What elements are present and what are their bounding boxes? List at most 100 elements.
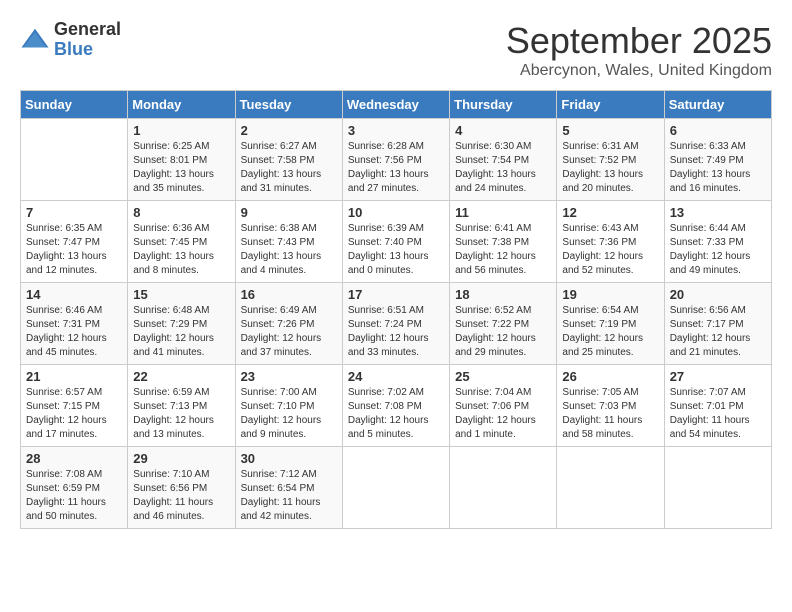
day-info: Sunrise: 6:25 AM Sunset: 8:01 PM Dayligh…	[133, 140, 229, 196]
day-header-saturday: Saturday	[664, 91, 771, 119]
day-number: 12	[562, 205, 658, 220]
calendar-header-row: SundayMondayTuesdayWednesdayThursdayFrid…	[21, 91, 772, 119]
day-info: Sunrise: 6:59 AM Sunset: 7:13 PM Dayligh…	[133, 386, 229, 442]
day-info: Sunrise: 6:35 AM Sunset: 7:47 PM Dayligh…	[26, 222, 122, 278]
calendar-cell: 14 Sunrise: 6:46 AM Sunset: 7:31 PM Dayli…	[21, 283, 128, 365]
day-info: Sunrise: 6:57 AM Sunset: 7:15 PM Dayligh…	[26, 386, 122, 442]
day-info: Sunrise: 6:39 AM Sunset: 7:40 PM Dayligh…	[348, 222, 444, 278]
day-header-monday: Monday	[128, 91, 235, 119]
calendar-week-row: 14 Sunrise: 6:46 AM Sunset: 7:31 PM Dayli…	[21, 283, 772, 365]
day-number: 30	[241, 451, 337, 466]
calendar-cell: 7 Sunrise: 6:35 AM Sunset: 7:47 PM Daylig…	[21, 201, 128, 283]
day-number: 25	[455, 369, 551, 384]
day-info: Sunrise: 6:31 AM Sunset: 7:52 PM Dayligh…	[562, 140, 658, 196]
day-number: 26	[562, 369, 658, 384]
day-info: Sunrise: 6:41 AM Sunset: 7:38 PM Dayligh…	[455, 222, 551, 278]
page-header: General Blue September 2025 Abercynon, W…	[20, 20, 772, 80]
calendar-cell: 4 Sunrise: 6:30 AM Sunset: 7:54 PM Daylig…	[450, 119, 557, 201]
day-info: Sunrise: 6:46 AM Sunset: 7:31 PM Dayligh…	[26, 304, 122, 360]
day-info: Sunrise: 6:56 AM Sunset: 7:17 PM Dayligh…	[670, 304, 766, 360]
calendar-week-row: 7 Sunrise: 6:35 AM Sunset: 7:47 PM Daylig…	[21, 201, 772, 283]
calendar-table: SundayMondayTuesdayWednesdayThursdayFrid…	[20, 90, 772, 529]
day-header-tuesday: Tuesday	[235, 91, 342, 119]
day-info: Sunrise: 7:10 AM Sunset: 6:56 PM Dayligh…	[133, 468, 229, 524]
calendar-cell: 1 Sunrise: 6:25 AM Sunset: 8:01 PM Daylig…	[128, 119, 235, 201]
day-info: Sunrise: 6:30 AM Sunset: 7:54 PM Dayligh…	[455, 140, 551, 196]
day-number: 3	[348, 123, 444, 138]
calendar-cell: 21 Sunrise: 6:57 AM Sunset: 7:15 PM Dayli…	[21, 365, 128, 447]
day-number: 21	[26, 369, 122, 384]
calendar-cell: 22Sunrise: 6:59 AM Sunset: 7:13 PM Dayli…	[128, 365, 235, 447]
day-info: Sunrise: 6:44 AM Sunset: 7:33 PM Dayligh…	[670, 222, 766, 278]
day-number: 14	[26, 287, 122, 302]
logo-icon	[20, 25, 50, 55]
location: Abercynon, Wales, United Kingdom	[506, 62, 772, 80]
calendar-cell: 10 Sunrise: 6:39 AM Sunset: 7:40 PM Dayli…	[342, 201, 449, 283]
day-number: 27	[670, 369, 766, 384]
day-info: Sunrise: 6:28 AM Sunset: 7:56 PM Dayligh…	[348, 140, 444, 196]
day-info: Sunrise: 6:49 AM Sunset: 7:26 PM Dayligh…	[241, 304, 337, 360]
day-number: 18	[455, 287, 551, 302]
day-info: Sunrise: 7:07 AM Sunset: 7:01 PM Dayligh…	[670, 386, 766, 442]
calendar-cell: 30Sunrise: 7:12 AM Sunset: 6:54 PM Dayli…	[235, 447, 342, 529]
calendar-cell: 9 Sunrise: 6:38 AM Sunset: 7:43 PM Daylig…	[235, 201, 342, 283]
day-number: 1	[133, 123, 229, 138]
logo-blue-text: Blue	[54, 40, 121, 60]
day-number: 29	[133, 451, 229, 466]
calendar-cell: 28 Sunrise: 7:08 AM Sunset: 6:59 PM Dayli…	[21, 447, 128, 529]
day-info: Sunrise: 7:00 AM Sunset: 7:10 PM Dayligh…	[241, 386, 337, 442]
calendar-week-row: 1 Sunrise: 6:25 AM Sunset: 8:01 PM Daylig…	[21, 119, 772, 201]
day-info: Sunrise: 6:52 AM Sunset: 7:22 PM Dayligh…	[455, 304, 551, 360]
calendar-cell: 19Sunrise: 6:54 AM Sunset: 7:19 PM Dayli…	[557, 283, 664, 365]
day-info: Sunrise: 6:27 AM Sunset: 7:58 PM Dayligh…	[241, 140, 337, 196]
calendar-cell: 3 Sunrise: 6:28 AM Sunset: 7:56 PM Daylig…	[342, 119, 449, 201]
day-header-sunday: Sunday	[21, 91, 128, 119]
day-number: 17	[348, 287, 444, 302]
day-info: Sunrise: 7:08 AM Sunset: 6:59 PM Dayligh…	[26, 468, 122, 524]
calendar-cell: 18 Sunrise: 6:52 AM Sunset: 7:22 PM Dayli…	[450, 283, 557, 365]
calendar-week-row: 21 Sunrise: 6:57 AM Sunset: 7:15 PM Dayli…	[21, 365, 772, 447]
calendar-week-row: 28 Sunrise: 7:08 AM Sunset: 6:59 PM Dayli…	[21, 447, 772, 529]
day-number: 28	[26, 451, 122, 466]
calendar-cell: 12 Sunrise: 6:43 AM Sunset: 7:36 PM Dayli…	[557, 201, 664, 283]
calendar-cell: 27 Sunrise: 7:07 AM Sunset: 7:01 PM Dayli…	[664, 365, 771, 447]
calendar-cell: 2Sunrise: 6:27 AM Sunset: 7:58 PM Daylig…	[235, 119, 342, 201]
day-header-wednesday: Wednesday	[342, 91, 449, 119]
day-header-thursday: Thursday	[450, 91, 557, 119]
calendar-cell: 26 Sunrise: 7:05 AM Sunset: 7:03 PM Dayli…	[557, 365, 664, 447]
day-number: 24	[348, 369, 444, 384]
calendar-cell: 16Sunrise: 6:49 AM Sunset: 7:26 PM Dayli…	[235, 283, 342, 365]
calendar-cell: 25 Sunrise: 7:04 AM Sunset: 7:06 PM Dayli…	[450, 365, 557, 447]
day-info: Sunrise: 6:48 AM Sunset: 7:29 PM Dayligh…	[133, 304, 229, 360]
day-number: 15	[133, 287, 229, 302]
month-title: September 2025	[506, 20, 772, 62]
day-info: Sunrise: 6:43 AM Sunset: 7:36 PM Dayligh…	[562, 222, 658, 278]
day-info: Sunrise: 6:33 AM Sunset: 7:49 PM Dayligh…	[670, 140, 766, 196]
day-number: 6	[670, 123, 766, 138]
calendar-cell	[664, 447, 771, 529]
calendar-cell: 24Sunrise: 7:02 AM Sunset: 7:08 PM Dayli…	[342, 365, 449, 447]
day-number: 8	[133, 205, 229, 220]
day-number: 11	[455, 205, 551, 220]
calendar-cell: 17Sunrise: 6:51 AM Sunset: 7:24 PM Dayli…	[342, 283, 449, 365]
day-info: Sunrise: 6:38 AM Sunset: 7:43 PM Dayligh…	[241, 222, 337, 278]
calendar-cell	[450, 447, 557, 529]
day-number: 5	[562, 123, 658, 138]
calendar-cell: 6 Sunrise: 6:33 AM Sunset: 7:49 PM Daylig…	[664, 119, 771, 201]
logo-general-text: General	[54, 20, 121, 40]
day-info: Sunrise: 7:05 AM Sunset: 7:03 PM Dayligh…	[562, 386, 658, 442]
calendar-cell: 11 Sunrise: 6:41 AM Sunset: 7:38 PM Dayli…	[450, 201, 557, 283]
calendar-cell: 13Sunrise: 6:44 AM Sunset: 7:33 PM Dayli…	[664, 201, 771, 283]
calendar-cell: 8Sunrise: 6:36 AM Sunset: 7:45 PM Daylig…	[128, 201, 235, 283]
calendar-cell: 23 Sunrise: 7:00 AM Sunset: 7:10 PM Dayli…	[235, 365, 342, 447]
calendar-cell: 5 Sunrise: 6:31 AM Sunset: 7:52 PM Daylig…	[557, 119, 664, 201]
day-number: 7	[26, 205, 122, 220]
day-number: 23	[241, 369, 337, 384]
logo: General Blue	[20, 20, 121, 60]
day-number: 9	[241, 205, 337, 220]
day-number: 10	[348, 205, 444, 220]
day-header-friday: Friday	[557, 91, 664, 119]
day-info: Sunrise: 7:04 AM Sunset: 7:06 PM Dayligh…	[455, 386, 551, 442]
day-number: 19	[562, 287, 658, 302]
day-number: 4	[455, 123, 551, 138]
